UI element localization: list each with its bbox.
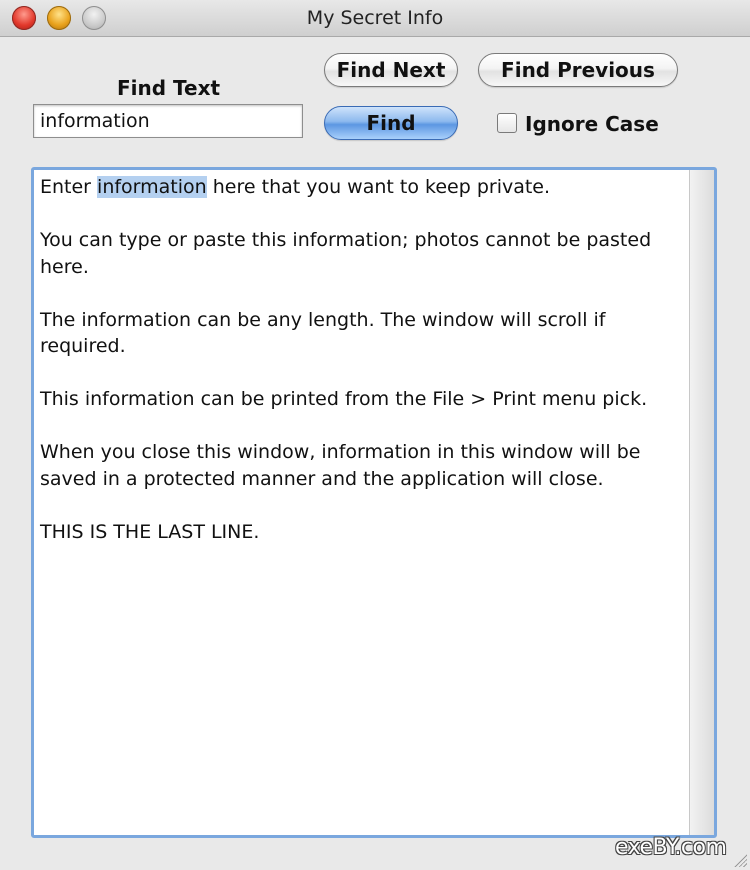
app-window: My Secret Info Find Next Find Previous F…	[0, 0, 750, 870]
title-bar[interactable]: My Secret Info	[0, 0, 750, 37]
resize-grip-icon[interactable]	[733, 853, 747, 867]
ignore-case-label[interactable]: Ignore Case	[525, 112, 659, 136]
paragraph-4: This information can be printed from the…	[40, 388, 648, 410]
watermark: exeBY.com	[615, 835, 727, 860]
find-button[interactable]: Find	[324, 106, 458, 140]
vertical-scrollbar[interactable]	[689, 170, 714, 835]
paragraph-2: You can type or paste this information; …	[40, 229, 652, 278]
paragraph-3: The information can be any length. The w…	[40, 308, 606, 358]
paragraph-1: Enter information here that you want to …	[40, 174, 690, 201]
find-text-label: Find Text	[117, 76, 221, 100]
find-next-button[interactable]: Find Next	[324, 53, 458, 87]
ignore-case-checkbox[interactable]	[497, 113, 517, 133]
secret-text-content[interactable]: Enter information here that you want to …	[40, 174, 690, 572]
p1-before: Enter	[40, 176, 98, 198]
p1-after: here that you want to keep private.	[206, 176, 551, 198]
search-match-highlight: information	[97, 176, 207, 198]
find-previous-button[interactable]: Find Previous	[478, 53, 678, 87]
window-title: My Secret Info	[306, 7, 444, 29]
paragraph-5: When you close this window, information …	[40, 441, 641, 490]
find-text-input[interactable]	[33, 104, 303, 138]
paragraph-6: THIS IS THE LAST LINE.	[40, 520, 260, 543]
secret-text-area[interactable]: Enter information here that you want to …	[31, 167, 717, 838]
